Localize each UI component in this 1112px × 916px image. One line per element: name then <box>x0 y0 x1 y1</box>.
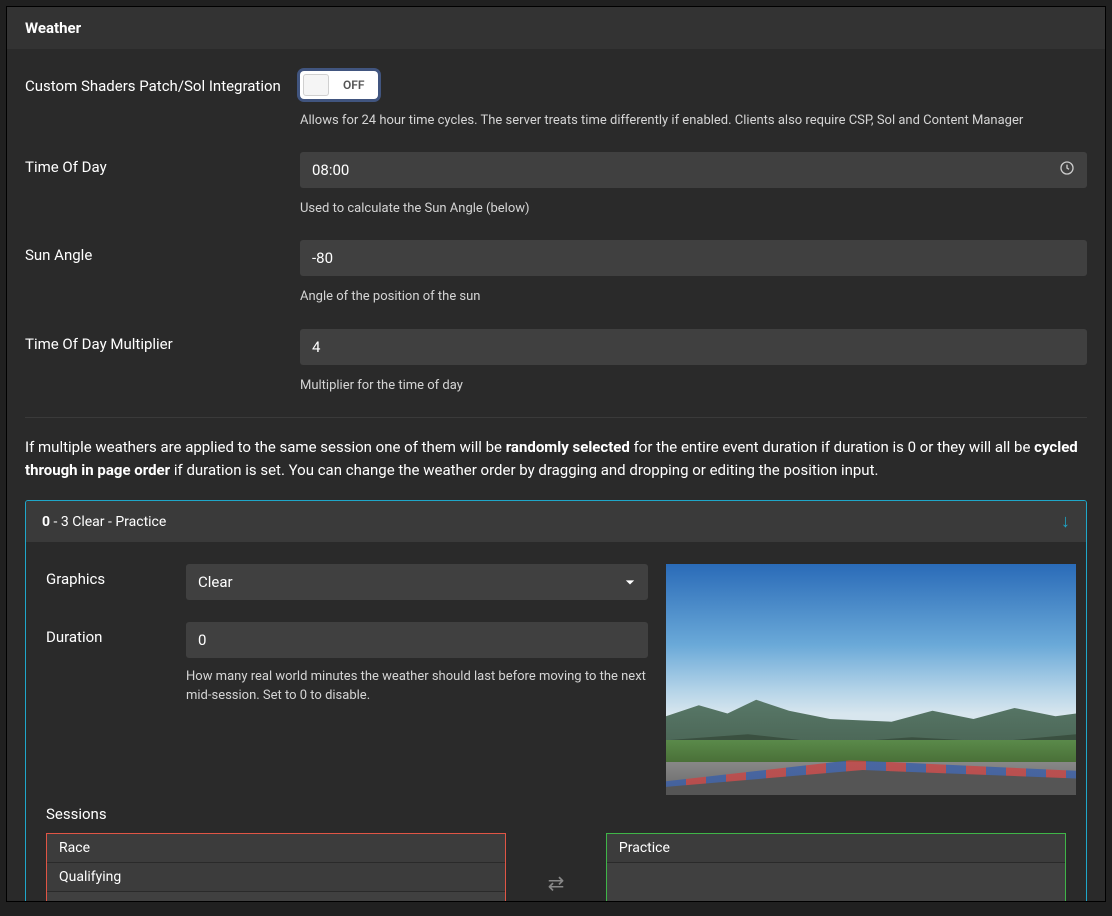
sunangle-control: Angle of the position of the sun <box>300 240 1087 306</box>
sunangle-help: Angle of the position of the sun <box>300 288 1087 306</box>
time-input-wrap <box>300 152 1087 188</box>
csp-toggle[interactable]: OFF <box>300 71 378 99</box>
weather-info-text: If multiple weathers are applied to the … <box>25 436 1087 483</box>
tod-multiplier-row: Time Of Day Multiplier Multiplier for th… <box>25 329 1087 395</box>
divider <box>25 417 1087 418</box>
csp-control: OFF Allows for 24 hour time cycles. The … <box>300 71 1087 130</box>
csp-help: Allows for 24 hour time cycles. The serv… <box>300 112 1087 130</box>
swap-icon: ⇄ <box>536 871 576 895</box>
toggle-knob <box>303 74 329 96</box>
tod-multiplier-input[interactable] <box>300 329 1087 365</box>
graphics-label: Graphics <box>46 564 186 588</box>
csp-row: Custom Shaders Patch/Sol Integration OFF… <box>25 71 1087 130</box>
graphics-row: Graphics Clear <box>46 564 648 600</box>
panel-title: Weather <box>7 7 1105 49</box>
clock-icon[interactable] <box>1059 160 1075 180</box>
time-of-day-input[interactable] <box>300 152 1059 188</box>
sunangle-label: Sun Angle <box>25 240 300 267</box>
tod-help: Used to calculate the Sun Angle (below) <box>300 200 1087 218</box>
todmult-help: Multiplier for the time of day <box>300 377 1087 395</box>
sessions-available-box[interactable]: Race Qualifying <box>46 833 506 902</box>
weather-preview-image <box>666 564 1076 795</box>
duration-input[interactable] <box>186 622 648 658</box>
time-of-day-row: Time Of Day Used to calculate the Sun An… <box>25 152 1087 218</box>
sun-angle-input[interactable] <box>300 240 1087 276</box>
duration-row: Duration How many real world minutes the… <box>46 622 648 706</box>
tod-control: Used to calculate the Sun Angle (below) <box>300 152 1087 218</box>
arrow-down-icon[interactable]: ↓ <box>1061 511 1070 532</box>
todmult-label: Time Of Day Multiplier <box>25 329 300 356</box>
toggle-text: OFF <box>343 78 364 92</box>
sessions-row: Race Qualifying ⇄ Practice <box>46 833 1066 902</box>
weather-card-body: Graphics Clear Duration How ma <box>26 542 1086 902</box>
duration-label: Duration <box>46 622 186 646</box>
graphics-select[interactable]: Clear <box>186 564 648 600</box>
csp-label: Custom Shaders Patch/Sol Integration <box>25 71 300 98</box>
panel-body: Custom Shaders Patch/Sol Integration OFF… <box>7 49 1105 902</box>
sessions-label: Sessions <box>46 805 1066 823</box>
session-item-practice[interactable]: Practice <box>607 834 1065 863</box>
sessions-selected-box[interactable]: Practice <box>606 833 1066 902</box>
tod-label: Time Of Day <box>25 152 300 179</box>
session-item-qualifying[interactable]: Qualifying <box>47 863 505 892</box>
sun-angle-row: Sun Angle Angle of the position of the s… <box>25 240 1087 306</box>
weather-card: 0 - 3 Clear - Practice ↓ Graphics Clear <box>25 500 1087 902</box>
weather-card-title: 0 - 3 Clear - Practice <box>42 514 166 530</box>
weather-panel: Weather Custom Shaders Patch/Sol Integra… <box>6 6 1106 902</box>
duration-help: How many real world minutes the weather … <box>186 668 648 706</box>
session-item-race[interactable]: Race <box>47 834 505 863</box>
todmult-control: Multiplier for the time of day <box>300 329 1087 395</box>
weather-card-header[interactable]: 0 - 3 Clear - Practice ↓ <box>26 501 1086 542</box>
